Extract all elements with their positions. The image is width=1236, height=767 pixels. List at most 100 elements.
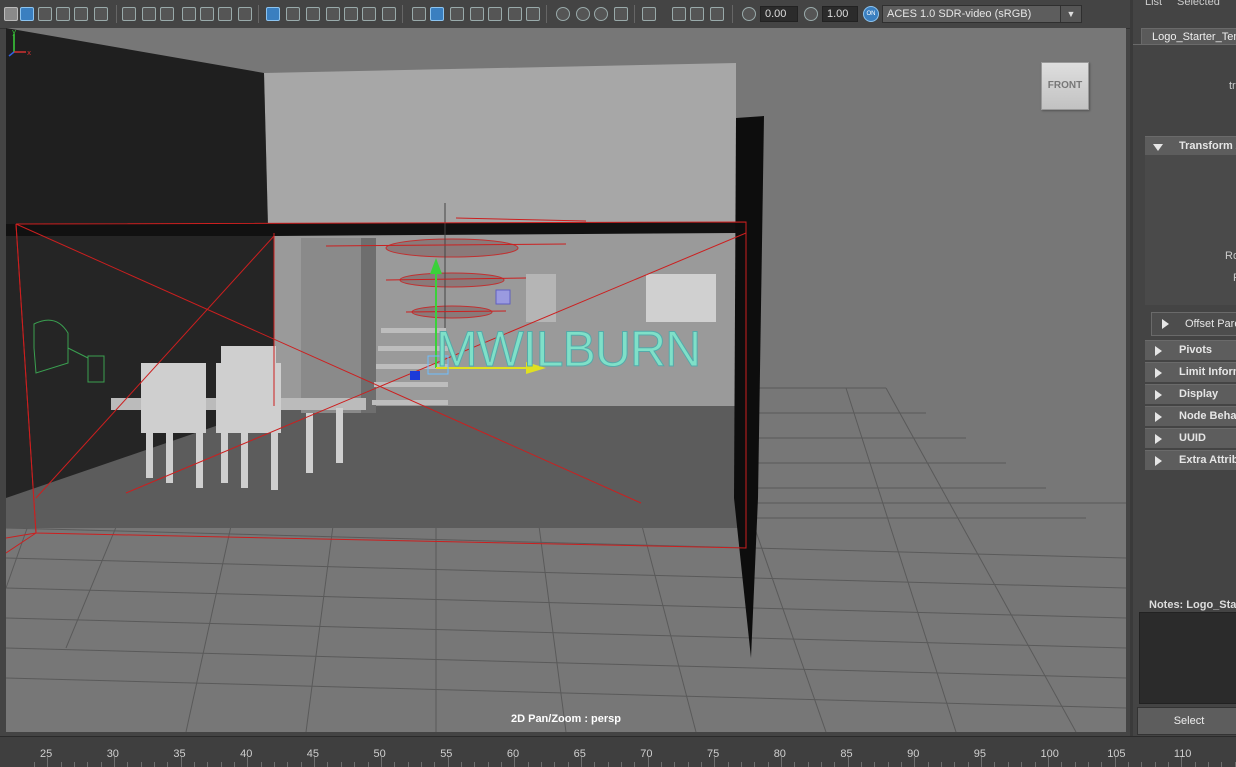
section-display[interactable]: Display xyxy=(1145,384,1236,404)
section-extra-attributes[interactable]: Extra Attrib xyxy=(1145,450,1236,470)
ambient-occlusion-icon[interactable] xyxy=(556,7,570,21)
timeline-tick xyxy=(367,762,369,767)
safe-action-toggle-icon[interactable] xyxy=(362,7,376,21)
timeline-frame-label: 90 xyxy=(907,748,920,760)
logo-text-object[interactable]: MWILBURN xyxy=(435,320,701,378)
grease-pencil-icon[interactable] xyxy=(94,7,108,21)
timeline-tick xyxy=(594,762,596,767)
section-pivots[interactable]: Pivots xyxy=(1145,340,1236,360)
camera-attributes-icon[interactable] xyxy=(20,7,34,21)
bookmarks-icon[interactable] xyxy=(38,7,52,21)
timeline-tick xyxy=(954,762,956,767)
textured-icon[interactable] xyxy=(488,7,502,21)
notes-textarea[interactable] xyxy=(1139,612,1236,704)
field-chart-icon[interactable] xyxy=(160,7,174,21)
timeline-tick xyxy=(354,762,356,767)
timeline-frame-label: 30 xyxy=(106,748,119,760)
gate-mask-icon[interactable] xyxy=(218,7,232,21)
viewcube[interactable]: FRONT xyxy=(1041,62,1089,110)
timeline-tick xyxy=(274,762,276,767)
timeline-tick xyxy=(487,762,489,767)
timeline-tick xyxy=(1074,762,1076,767)
time-slider[interactable]: 25 30 35 40 45 50 55 60 65 70 75 80 85 90 95 100 105 110 xyxy=(0,736,1236,767)
resolution-gate-icon[interactable] xyxy=(306,7,320,21)
film-gate-toggle-icon[interactable] xyxy=(286,7,300,21)
select-button[interactable]: Select xyxy=(1137,707,1236,735)
timeline-tick xyxy=(194,762,196,767)
xray-joints-icon[interactable] xyxy=(710,7,724,21)
image-plane-icon[interactable] xyxy=(56,7,70,21)
menu-selected[interactable]: Selected xyxy=(1177,0,1220,8)
xray-icon[interactable] xyxy=(672,7,686,21)
toolbar-separator xyxy=(402,5,403,23)
triangle-closed-icon xyxy=(1162,319,1169,329)
toolbar-separator xyxy=(546,5,547,23)
timeline-tick xyxy=(1007,762,1009,767)
timeline-tick xyxy=(994,762,996,767)
grid-icon[interactable] xyxy=(266,7,280,21)
gamma-field[interactable]: 1.00 xyxy=(822,6,858,22)
timeline-frame-label: 50 xyxy=(373,748,386,760)
lights-icon[interactable] xyxy=(508,7,522,21)
menu-list[interactable]: List xyxy=(1145,0,1162,8)
timeline-tick xyxy=(767,762,769,767)
smooth-shade-icon[interactable] xyxy=(430,7,444,21)
timeline-tick xyxy=(140,762,142,767)
perspective-viewport[interactable]: MWILBURN FRONT y x 2D Pan/Zoom : persp xyxy=(6,28,1126,732)
timeline-tick xyxy=(87,762,89,767)
depth-of-field-icon[interactable] xyxy=(614,7,628,21)
timeline-tick xyxy=(620,762,622,767)
node-tab[interactable]: Logo_Starter_Tem xyxy=(1141,28,1236,45)
tab-divider xyxy=(1133,44,1236,45)
xray-active-icon[interactable] xyxy=(690,7,704,21)
pencil-icon[interactable] xyxy=(238,7,252,21)
safe-title-icon[interactable] xyxy=(382,7,396,21)
camera-icon[interactable] xyxy=(122,7,136,21)
exposure-icon[interactable] xyxy=(742,7,756,21)
shadows-icon[interactable] xyxy=(526,7,540,21)
2d-pan-zoom-icon[interactable] xyxy=(74,7,88,21)
timeline-tick xyxy=(794,762,796,767)
color-management-toggle[interactable]: ON xyxy=(863,6,879,22)
wireframe-icon[interactable] xyxy=(412,7,426,21)
field-chart-toggle-icon[interactable] xyxy=(344,7,358,21)
timeline-tick xyxy=(207,762,209,767)
safe-action-icon[interactable] xyxy=(200,7,214,21)
timeline-tick xyxy=(887,762,889,767)
motion-blur-icon[interactable] xyxy=(576,7,590,21)
anti-aliasing-icon[interactable] xyxy=(594,7,608,21)
timeline-tick xyxy=(607,762,609,767)
select-camera-icon[interactable] xyxy=(4,7,18,21)
section-offset-parent-matrix[interactable]: Offset Pare xyxy=(1151,312,1236,336)
default-material-icon[interactable] xyxy=(450,7,464,21)
toolbar-separator xyxy=(732,5,733,23)
timeline-tick xyxy=(327,762,329,767)
timeline-tick xyxy=(287,762,289,767)
gate-mask-toggle-icon[interactable] xyxy=(326,7,340,21)
timeline-tick xyxy=(1167,762,1169,767)
triangle-closed-icon xyxy=(1155,368,1162,378)
wireframe-on-shaded-icon[interactable] xyxy=(470,7,484,21)
gamma-icon[interactable] xyxy=(804,7,818,21)
view-transform-select[interactable]: ACES 1.0 SDR-video (sRGB) ▼ xyxy=(882,5,1082,23)
section-node-behavior[interactable]: Node Behav xyxy=(1145,406,1236,426)
bookmark-icon[interactable] xyxy=(182,7,196,21)
timeline-frame-label: 70 xyxy=(640,748,653,760)
isolate-select-icon[interactable] xyxy=(642,7,656,21)
timeline-tick xyxy=(394,762,396,767)
film-gate-icon[interactable] xyxy=(142,7,156,21)
exposure-field[interactable]: 0.00 xyxy=(760,6,798,22)
timeline-tick xyxy=(1234,762,1236,767)
section-limit-information[interactable]: Limit Inform xyxy=(1145,362,1236,382)
hud-camera-label: 2D Pan/Zoom : persp xyxy=(510,713,622,725)
timeline-tick xyxy=(687,762,689,767)
timeline-frame-label: 105 xyxy=(1107,748,1126,760)
timeline-tick xyxy=(554,762,556,767)
section-uuid[interactable]: UUID xyxy=(1145,428,1236,448)
timeline-frame-label: 75 xyxy=(707,748,720,760)
timeline-tick xyxy=(434,762,436,767)
section-transform-attributes[interactable]: Transform A xyxy=(1145,136,1236,156)
triangle-closed-icon xyxy=(1155,346,1162,356)
view-transform-value: ACES 1.0 SDR-video (sRGB) xyxy=(887,8,1032,20)
timeline-frame-label: 35 xyxy=(173,748,186,760)
